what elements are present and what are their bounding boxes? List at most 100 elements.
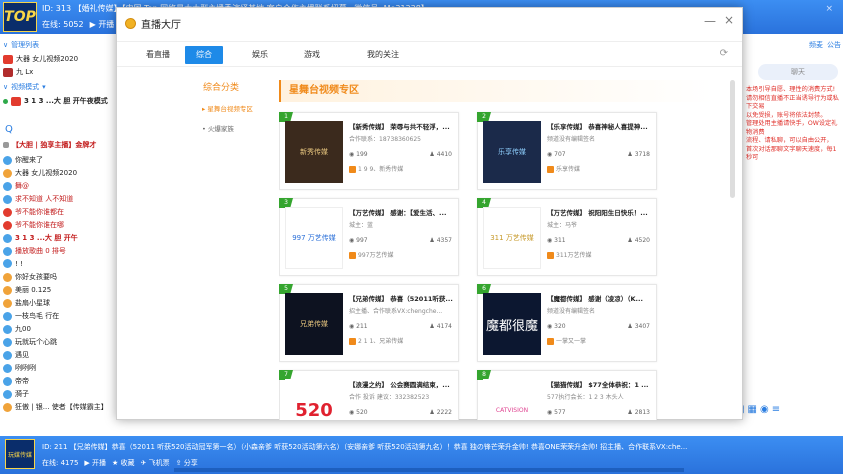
host-icon bbox=[547, 338, 554, 345]
open-broadcast-button[interactable]: ▶ 开播 bbox=[84, 458, 106, 468]
tab-games[interactable]: 游戏 bbox=[293, 46, 331, 64]
user-icon: ♟ bbox=[429, 237, 437, 244]
sidebar-item-star-stage[interactable]: ▸ 星舞台视频专区 bbox=[199, 103, 269, 113]
channel-card[interactable]: 1 新秀传媒 【新秀传媒】 荣辱与共不轻浮，... 合作联系：18738360625 ◉… bbox=[279, 112, 459, 190]
open-broadcast-button[interactable]: ▶ 开播 bbox=[90, 19, 115, 30]
member-avatar-icon bbox=[3, 311, 12, 321]
channel-grid: 星舞台视频专区 1 新秀传媒 【新秀传媒】 荣辱与共不轻浮，... 合作联系：1873… bbox=[279, 80, 714, 420]
fan-count: ♟ 2222 bbox=[429, 409, 452, 416]
list-item[interactable]: 九 Lx bbox=[3, 67, 33, 77]
online-count: 在线: 4175 bbox=[42, 459, 79, 467]
user-icon: ♟ bbox=[429, 151, 437, 158]
member-avatar-icon bbox=[3, 194, 12, 204]
list-item[interactable]: 一枝鸟毛 行在 bbox=[3, 311, 59, 321]
close-icon[interactable]: × bbox=[825, 4, 833, 14]
list-item[interactable]: 大器 女儿视频2020 bbox=[3, 168, 77, 178]
member-avatar-icon bbox=[3, 363, 12, 373]
channel-thumbnail[interactable]: 魔都很魔 bbox=[483, 293, 541, 355]
channel-card[interactable]: 4 311 万艺传媒 【万艺传媒】 祝阳阳生日快乐！... 城主：马爷 ◉ 311 ♟ 4… bbox=[477, 198, 657, 276]
list-item[interactable]: 漪子 bbox=[3, 389, 29, 399]
refresh-icon[interactable]: ⟳ bbox=[720, 48, 728, 59]
record-icon[interactable]: ◉ bbox=[760, 404, 769, 415]
channel-thumbnail[interactable]: 新秀传媒 bbox=[285, 121, 343, 183]
tab-general[interactable]: 综合 bbox=[185, 46, 223, 64]
tab-following[interactable]: 我的关注 bbox=[355, 46, 411, 64]
user-icon: ♟ bbox=[627, 323, 635, 330]
category-nav: 看直播 综合 娱乐 游戏 我的关注 ⟳ bbox=[117, 41, 742, 67]
channel-subtitle: 577执行会长：1 2 3 木头人 bbox=[547, 394, 624, 401]
user-avatar-icon bbox=[3, 67, 13, 77]
channel-card[interactable]: 7 520 【浪漫之约】 公会赛圆满结束，... 合作 投诉 建议：332382523… bbox=[279, 370, 459, 420]
video-mode-header[interactable]: ∨ 视频模式 ▾ bbox=[3, 82, 46, 92]
notice-text: 本场引导自愿、理性的消费方式! 请勿相信直播不正当诱导行为或私下交易 以免受损，… bbox=[746, 86, 839, 161]
list-item[interactable]: 播放歌曲 0 排号 bbox=[3, 246, 66, 256]
list-item[interactable]: 狂傲 | 银... 使者【传媒霸主】 bbox=[3, 402, 108, 412]
channel-card[interactable]: 2 乐享传媒 【乐享传媒】 恭喜神秘人喜提神... 频道没有编辑签名 ◉ 707 ♟ 37… bbox=[477, 112, 657, 190]
minimize-icon[interactable]: — bbox=[704, 14, 716, 28]
list-item[interactable]: 玩就玩个心跳 bbox=[3, 337, 57, 347]
room-logo: TOP bbox=[3, 2, 37, 32]
host-icon bbox=[547, 166, 554, 173]
mic-user-item[interactable]: 3 1 3 ...大 胆 开午夜模式 bbox=[3, 96, 108, 106]
screenshot-icon[interactable]: ▦ bbox=[748, 404, 757, 415]
member-avatar-icon bbox=[3, 389, 12, 399]
share-button[interactable]: ⇪ 分享 bbox=[176, 458, 198, 468]
member-avatar-icon bbox=[3, 168, 12, 178]
list-item[interactable]: 九00 bbox=[3, 324, 31, 334]
viewer-count: ◉ 520 bbox=[349, 409, 368, 416]
channel-thumbnail[interactable]: 311 万艺传媒 bbox=[483, 207, 541, 269]
user-icon: ♟ bbox=[429, 409, 437, 416]
manager-group-header[interactable]: ∨ 管理列表 bbox=[3, 40, 39, 50]
list-item[interactable]: 大器 女儿视频2020 bbox=[3, 54, 78, 64]
host-icon bbox=[547, 252, 554, 259]
collect-button[interactable]: ★ 收藏 bbox=[112, 458, 135, 468]
ticket-button[interactable]: ✈ 飞机票 bbox=[141, 458, 170, 468]
list-item[interactable]: 爷不能你谁在哪 bbox=[3, 220, 64, 230]
channel-card[interactable]: 5 兄弟传媒 【兄弟传媒】 恭喜（52011听获... 招主播、合作联系VX:chen… bbox=[279, 284, 459, 362]
tab-watch-live[interactable]: 看直播 bbox=[139, 46, 177, 64]
search-icon[interactable]: Q bbox=[5, 124, 13, 135]
channel-thumbnail[interactable]: 520 bbox=[285, 379, 343, 420]
tab-notice[interactable]: 公告 bbox=[827, 40, 841, 50]
list-item[interactable]: 你好女孩要吗 bbox=[3, 272, 57, 282]
viewer-count: ◉ 997 bbox=[349, 237, 368, 244]
tab-mic-list[interactable]: 频麦 bbox=[809, 40, 823, 50]
channel-subtitle: 频道没有编辑签名 bbox=[547, 308, 596, 315]
dialog-title: 直播大厅 bbox=[141, 20, 181, 31]
list-item[interactable]: 盐扇小星球 bbox=[3, 298, 50, 308]
viewer-count: ◉ 707 bbox=[547, 151, 566, 158]
user-avatar-icon bbox=[11, 96, 21, 106]
channel-subtitle: 合作联系：18738360625 bbox=[349, 136, 421, 143]
member-avatar-icon bbox=[3, 233, 12, 243]
channel-name: 【猫猫传媒】 $77全体恭祝：1 ... bbox=[547, 381, 649, 389]
list-item[interactable]: 3 1 3 ...大 胆 开午 bbox=[3, 233, 78, 243]
tab-entertainment[interactable]: 娱乐 bbox=[241, 46, 279, 64]
list-item[interactable]: 爷不能你谁都在 bbox=[3, 207, 64, 217]
chat-button[interactable]: 聊天 bbox=[758, 64, 838, 80]
channel-card[interactable]: 8 CATVISION 【猫猫传媒】 $77全体恭祝：1 ... 577执行会长：1 … bbox=[477, 370, 657, 420]
list-item[interactable]: 咧咧咧 bbox=[3, 363, 36, 373]
channel-card[interactable]: 6 魔都很魔 【魔都传媒】 感谢（凌凉）（K... 频道没有编辑签名 ◉ 320 ♟ 34… bbox=[477, 284, 657, 362]
viewer-count: ◉ 320 bbox=[547, 323, 566, 330]
list-item[interactable]: 美丽 0.125 bbox=[3, 285, 51, 295]
channel-thumbnail[interactable]: CATVISION bbox=[483, 379, 541, 420]
list-item[interactable]: 你醒来了 bbox=[3, 155, 43, 165]
list-item[interactable]: 求不知道 人不知道 bbox=[3, 194, 73, 204]
list-item[interactable]: 舞@ bbox=[3, 181, 29, 191]
list-item[interactable]: 帝帝 bbox=[3, 376, 29, 386]
channel-subtitle: 频道没有编辑签名 bbox=[547, 136, 596, 143]
room-member-header[interactable]: 【大胆 | 独享主播】金牌才 bbox=[3, 140, 96, 150]
sidebar-item-hot-family[interactable]: • 火爆家族 bbox=[199, 123, 269, 133]
channel-thumbnail[interactable]: 997 万艺传媒 bbox=[285, 207, 343, 269]
channel-thumbnail[interactable]: 乐享传媒 bbox=[483, 121, 541, 183]
more-icon[interactable]: ≡ bbox=[772, 404, 780, 415]
channel-thumbnail[interactable]: 兄弟传媒 bbox=[285, 293, 343, 355]
list-item[interactable]: ! ! bbox=[3, 259, 23, 268]
close-icon[interactable]: × bbox=[724, 13, 734, 27]
fan-count: ♟ 4357 bbox=[429, 237, 452, 244]
list-item[interactable]: 遇见 bbox=[3, 350, 29, 360]
scrollbar[interactable] bbox=[730, 80, 735, 198]
online-count: 在线: 5052 bbox=[42, 20, 84, 29]
room-status-row: 在线: 5052 ▶ 开播 bbox=[42, 19, 114, 30]
channel-card[interactable]: 3 997 万艺传媒 【万艺传媒】 感谢：【爱生活、... 城主：蓝 ◉ 997 ♟ 43… bbox=[279, 198, 459, 276]
